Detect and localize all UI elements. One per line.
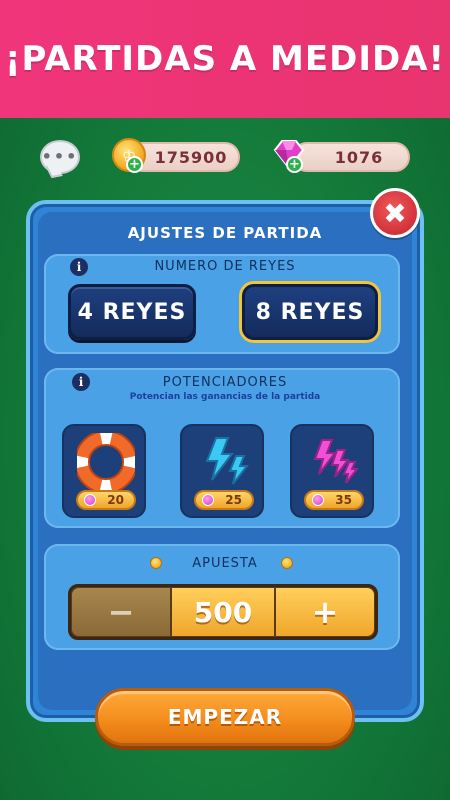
potenciadores-label: POTENCIADORES bbox=[162, 375, 288, 390]
booster-price: 20 bbox=[76, 490, 136, 510]
coin-icon bbox=[281, 557, 293, 569]
booster-price-value: 25 bbox=[225, 493, 242, 507]
gem-balance-value: 1076 bbox=[334, 147, 384, 167]
blue-lightning-icon bbox=[182, 432, 266, 492]
reyes-8-button[interactable]: 8 REYES bbox=[242, 284, 378, 340]
gem-icon bbox=[84, 494, 96, 506]
booster-pink-lightning[interactable]: 35 bbox=[290, 424, 374, 518]
coin-balance-value: 175900 bbox=[154, 147, 228, 167]
close-button[interactable]: ✖ bbox=[370, 188, 420, 238]
chat-bubble-icon: ••• bbox=[41, 147, 79, 166]
add-coins-icon[interactable]: + bbox=[126, 156, 143, 173]
bet-decrease-button[interactable]: − bbox=[72, 588, 170, 636]
booster-blue-lightning[interactable]: 25 bbox=[180, 424, 264, 518]
close-icon: ✖ bbox=[383, 196, 407, 230]
booster-price: 35 bbox=[304, 490, 364, 510]
gem-icon bbox=[312, 494, 324, 506]
promo-banner: ¡PARTIDAS A MEDIDA! bbox=[0, 0, 450, 118]
bet-value: 500 bbox=[172, 588, 274, 636]
potenciadores-subtitle: Potencian las ganancias de la partida bbox=[129, 392, 321, 402]
add-gems-icon[interactable]: + bbox=[286, 156, 303, 173]
apuesta-label: APUESTA bbox=[192, 556, 258, 571]
reyes-4-button[interactable]: 4 REYES bbox=[68, 284, 196, 340]
booster-price-value: 20 bbox=[107, 493, 124, 507]
banner-title: ¡PARTIDAS A MEDIDA! bbox=[4, 39, 446, 79]
reyes-label: NUMERO DE REYES bbox=[154, 259, 296, 274]
gem-balance[interactable]: 1076 bbox=[292, 142, 410, 172]
pink-lightning-icon bbox=[292, 432, 376, 492]
gem-icon bbox=[202, 494, 214, 506]
booster-price-value: 35 bbox=[335, 493, 352, 507]
booster-lifebuoy[interactable]: 20 bbox=[62, 424, 146, 518]
bet-increase-button[interactable]: + bbox=[276, 588, 374, 636]
chat-button[interactable]: ••• bbox=[40, 140, 80, 174]
booster-price: 25 bbox=[194, 490, 254, 510]
start-button[interactable]: EMPEZAR bbox=[95, 688, 355, 746]
lifebuoy-icon bbox=[64, 432, 148, 492]
